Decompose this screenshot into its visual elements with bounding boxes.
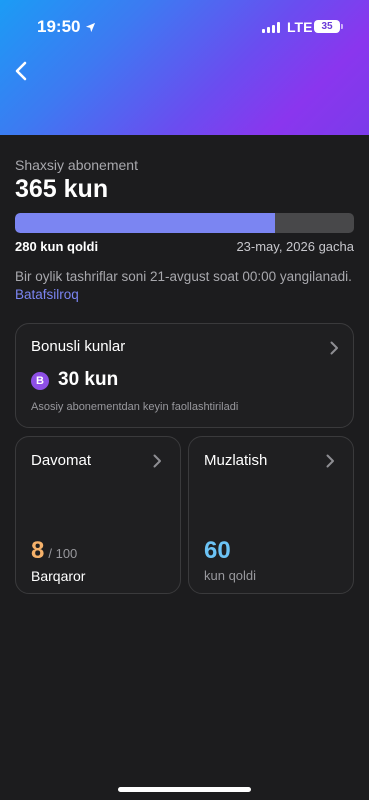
- bonus-card-title: Bonusli kunlar: [31, 338, 126, 355]
- progress-fill: [15, 213, 275, 233]
- freeze-value: 60: [204, 537, 231, 564]
- chevron-right-icon: [330, 341, 338, 355]
- bonus-days-card[interactable]: Bonusli kunlar B 30 kun Asosiy abonement…: [15, 323, 354, 428]
- chevron-right-icon: [153, 454, 161, 468]
- chevron-right-icon: [326, 454, 334, 468]
- freeze-subtitle: kun qoldi: [204, 568, 257, 583]
- location-arrow-icon: [86, 22, 96, 32]
- battery-icon: 35: [314, 20, 340, 33]
- bonus-value: 30 kun: [58, 369, 119, 390]
- attendance-card-title: Davomat: [31, 452, 92, 469]
- attendance-score: 8 / 100: [31, 537, 77, 565]
- attendance-card[interactable]: Davomat 8 / 100 Barqaror: [15, 436, 181, 594]
- subscription-progress: [15, 213, 354, 233]
- attendance-value: 8: [31, 537, 45, 564]
- subscription-label: Shaxsiy abonement: [15, 157, 138, 173]
- chevron-left-icon: [15, 61, 27, 81]
- battery-tip: [341, 24, 343, 29]
- subscription-title: 365 kun: [15, 175, 109, 203]
- bonus-description: Asosiy abonementdan keyin faollashtirila…: [31, 401, 239, 413]
- info-text: Bir oylik tashriflar soni 21-avgust soat…: [15, 268, 355, 304]
- info-text-body: Bir oylik tashriflar soni 21-avgust soat…: [15, 269, 352, 284]
- freeze-card[interactable]: Muzlatish 60 kun qoldi: [188, 436, 354, 594]
- cellular-signal-icon: [262, 22, 280, 33]
- network-label: LTE: [287, 19, 313, 35]
- attendance-status: Barqaror: [31, 568, 86, 584]
- more-info-link[interactable]: Batafsilroq: [15, 287, 79, 302]
- bonus-badge-icon: B: [31, 372, 49, 390]
- battery-level: 35: [321, 21, 333, 32]
- status-bar: 19:50 LTE 35: [0, 0, 369, 54]
- days-left: 280 kun qoldi: [15, 239, 99, 254]
- status-time-text: 19:50: [37, 17, 81, 36]
- back-button[interactable]: [8, 58, 34, 84]
- until-date: 23-may, 2026 gacha: [236, 239, 354, 254]
- attendance-max: / 100: [48, 546, 78, 561]
- freeze-card-title: Muzlatish: [204, 452, 268, 469]
- home-indicator[interactable]: [118, 787, 251, 792]
- status-time: 19:50: [37, 17, 96, 37]
